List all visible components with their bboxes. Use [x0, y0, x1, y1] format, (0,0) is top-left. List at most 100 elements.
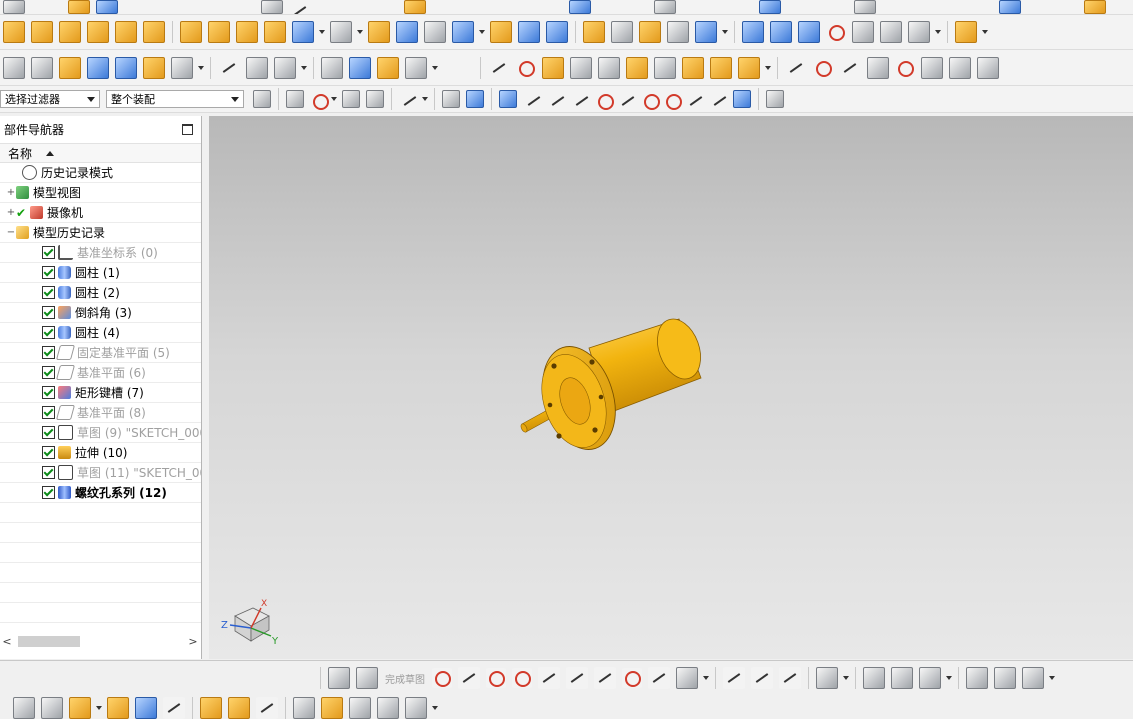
tree-item-feature[interactable]: 圆柱 (1): [0, 263, 201, 283]
snap-tangent-icon[interactable]: [617, 90, 635, 108]
thread-tool-icon[interactable]: [208, 21, 230, 43]
scroll-thumb[interactable]: [18, 635, 80, 647]
visibility-checkbox[interactable]: [42, 366, 55, 379]
gear-tool-icon[interactable]: [405, 56, 427, 79]
tree-item-model-history[interactable]: − 模型历史记录: [0, 223, 201, 243]
extrude-tool-icon[interactable]: [3, 21, 25, 43]
partial-tool-icon[interactable]: [404, 0, 426, 14]
tree-item-feature[interactable]: 矩形键槽 (7): [0, 383, 201, 403]
arc-tool-icon[interactable]: [813, 57, 833, 78]
assembly-navigator-icon[interactable]: [405, 696, 427, 719]
filter-dropdown[interactable]: 选择过滤器: [0, 90, 100, 108]
tree-item-feature[interactable]: 基准平面 (8): [0, 403, 201, 423]
offset-curve-tool-icon[interactable]: [921, 56, 943, 79]
text-tool-icon[interactable]: [171, 56, 193, 79]
create-component-icon[interactable]: [69, 696, 91, 719]
scroll-right-icon[interactable]: >: [186, 635, 200, 648]
show-constraints-icon[interactable]: [228, 696, 250, 719]
graphics-viewport[interactable]: Z Y X: [209, 116, 1133, 659]
tree-item-feature[interactable]: 草图 (11) "SKETCH_00: [0, 463, 201, 483]
select-face-icon[interactable]: [466, 90, 484, 108]
blend-tool-icon[interactable]: [330, 21, 352, 43]
finish-sketch-icon[interactable]: [356, 667, 378, 689]
constraint-tool-icon[interactable]: [816, 667, 838, 689]
surface-finish-tool-icon[interactable]: [598, 56, 620, 79]
assembly-scope-dropdown[interactable]: 整个装配: [106, 90, 244, 108]
copy-tool-icon[interactable]: [115, 56, 137, 79]
replace-face-tool-icon[interactable]: [546, 21, 568, 43]
visibility-checkbox[interactable]: [42, 326, 55, 339]
project-curve-tool-icon[interactable]: [949, 56, 971, 79]
boss-tool-icon[interactable]: [87, 21, 109, 43]
chevron-down-icon[interactable]: [96, 705, 102, 710]
partial-tool-icon[interactable]: [854, 0, 876, 14]
scroll-track[interactable]: [14, 635, 186, 647]
auto-constrain-tool-icon[interactable]: [994, 667, 1016, 689]
tree-item-cameras[interactable]: + ✔ 摄像机: [0, 203, 201, 223]
chevron-down-icon[interactable]: [935, 30, 941, 34]
tolerance-tool-icon[interactable]: [654, 56, 676, 79]
chevron-down-icon[interactable]: [432, 705, 438, 710]
add-component-icon[interactable]: [13, 696, 35, 719]
eraser-tool-icon[interactable]: [59, 56, 81, 79]
move-tool-icon[interactable]: [87, 56, 109, 79]
partial-tool-icon[interactable]: [261, 0, 283, 14]
thicken-tool-icon[interactable]: [639, 21, 661, 43]
spring-tool-icon[interactable]: [349, 56, 371, 79]
scroll-left-icon[interactable]: <: [0, 635, 14, 648]
scale-body-tool-icon[interactable]: [518, 21, 540, 43]
draft-tool-icon[interactable]: [396, 21, 418, 43]
visibility-checkbox[interactable]: [42, 246, 55, 259]
finish-sketch-label[interactable]: 完成草图: [385, 671, 425, 686]
offset-face-tool-icon[interactable]: [490, 21, 512, 43]
patch-tool-icon[interactable]: [611, 21, 633, 43]
shell-tool-icon[interactable]: [424, 21, 446, 43]
box-tool-icon[interactable]: [695, 21, 717, 43]
bend-tool-icon[interactable]: [274, 56, 296, 79]
tree-item-feature[interactable]: 草图 (9) "SKETCH_000: [0, 423, 201, 443]
swept-tool-icon[interactable]: [770, 21, 792, 43]
snap-midpoint-icon[interactable]: [547, 90, 565, 108]
pad-tool-icon[interactable]: [143, 21, 165, 43]
snap-on-surface-icon[interactable]: [733, 90, 751, 108]
chevron-down-icon[interactable]: [357, 30, 363, 34]
washer-tool-icon[interactable]: [377, 56, 399, 79]
make-corner-tool-icon[interactable]: [779, 667, 801, 689]
expand-icon[interactable]: +: [6, 207, 16, 218]
chevron-down-icon[interactable]: [432, 65, 438, 70]
polygon-tool-icon[interactable]: [622, 668, 642, 688]
point-tool-icon[interactable]: [648, 667, 670, 689]
select-box-icon[interactable]: [310, 91, 329, 110]
sew-tool-icon[interactable]: [583, 21, 605, 43]
reference-set-icon[interactable]: [377, 696, 399, 719]
trim-body-tool-icon[interactable]: [452, 21, 474, 43]
chamfer-sketch-tool-icon[interactable]: [566, 667, 588, 689]
pocket-tool-icon[interactable]: [115, 21, 137, 43]
chevron-down-icon[interactable]: [1049, 676, 1055, 680]
datum-tool-icon[interactable]: [516, 57, 536, 78]
visibility-checkbox[interactable]: [42, 286, 55, 299]
polyline-tool-icon[interactable]: [839, 56, 861, 79]
layer-tool-icon[interactable]: [3, 56, 25, 79]
name-column-header[interactable]: 名称: [0, 143, 201, 163]
select-icon[interactable]: [286, 90, 304, 108]
bridge-tool-icon[interactable]: [880, 21, 902, 43]
chevron-down-icon[interactable]: [479, 30, 485, 34]
section-tool-icon[interactable]: [826, 22, 846, 42]
chevron-down-icon[interactable]: [946, 676, 952, 680]
chevron-down-icon[interactable]: [982, 30, 988, 34]
partial-tool-icon[interactable]: [569, 0, 591, 14]
tree-item-feature[interactable]: 拉伸 (10): [0, 443, 201, 463]
line-tool-icon[interactable]: [458, 667, 480, 689]
mirror-tool-icon[interactable]: [264, 21, 286, 43]
collapse-icon[interactable]: −: [6, 227, 16, 238]
filter-settings-icon[interactable]: [253, 90, 271, 108]
chart-tool-icon[interactable]: [542, 56, 564, 79]
rectangle-select-icon[interactable]: [399, 90, 417, 108]
select-chain-icon[interactable]: [342, 90, 360, 108]
tree-item-feature[interactable]: 基准平面 (6): [0, 363, 201, 383]
profile-tool-icon[interactable]: [432, 668, 452, 688]
chevron-down-icon[interactable]: [198, 65, 204, 70]
sequence-icon[interactable]: [349, 696, 371, 719]
helix-tool-icon[interactable]: [977, 56, 999, 79]
